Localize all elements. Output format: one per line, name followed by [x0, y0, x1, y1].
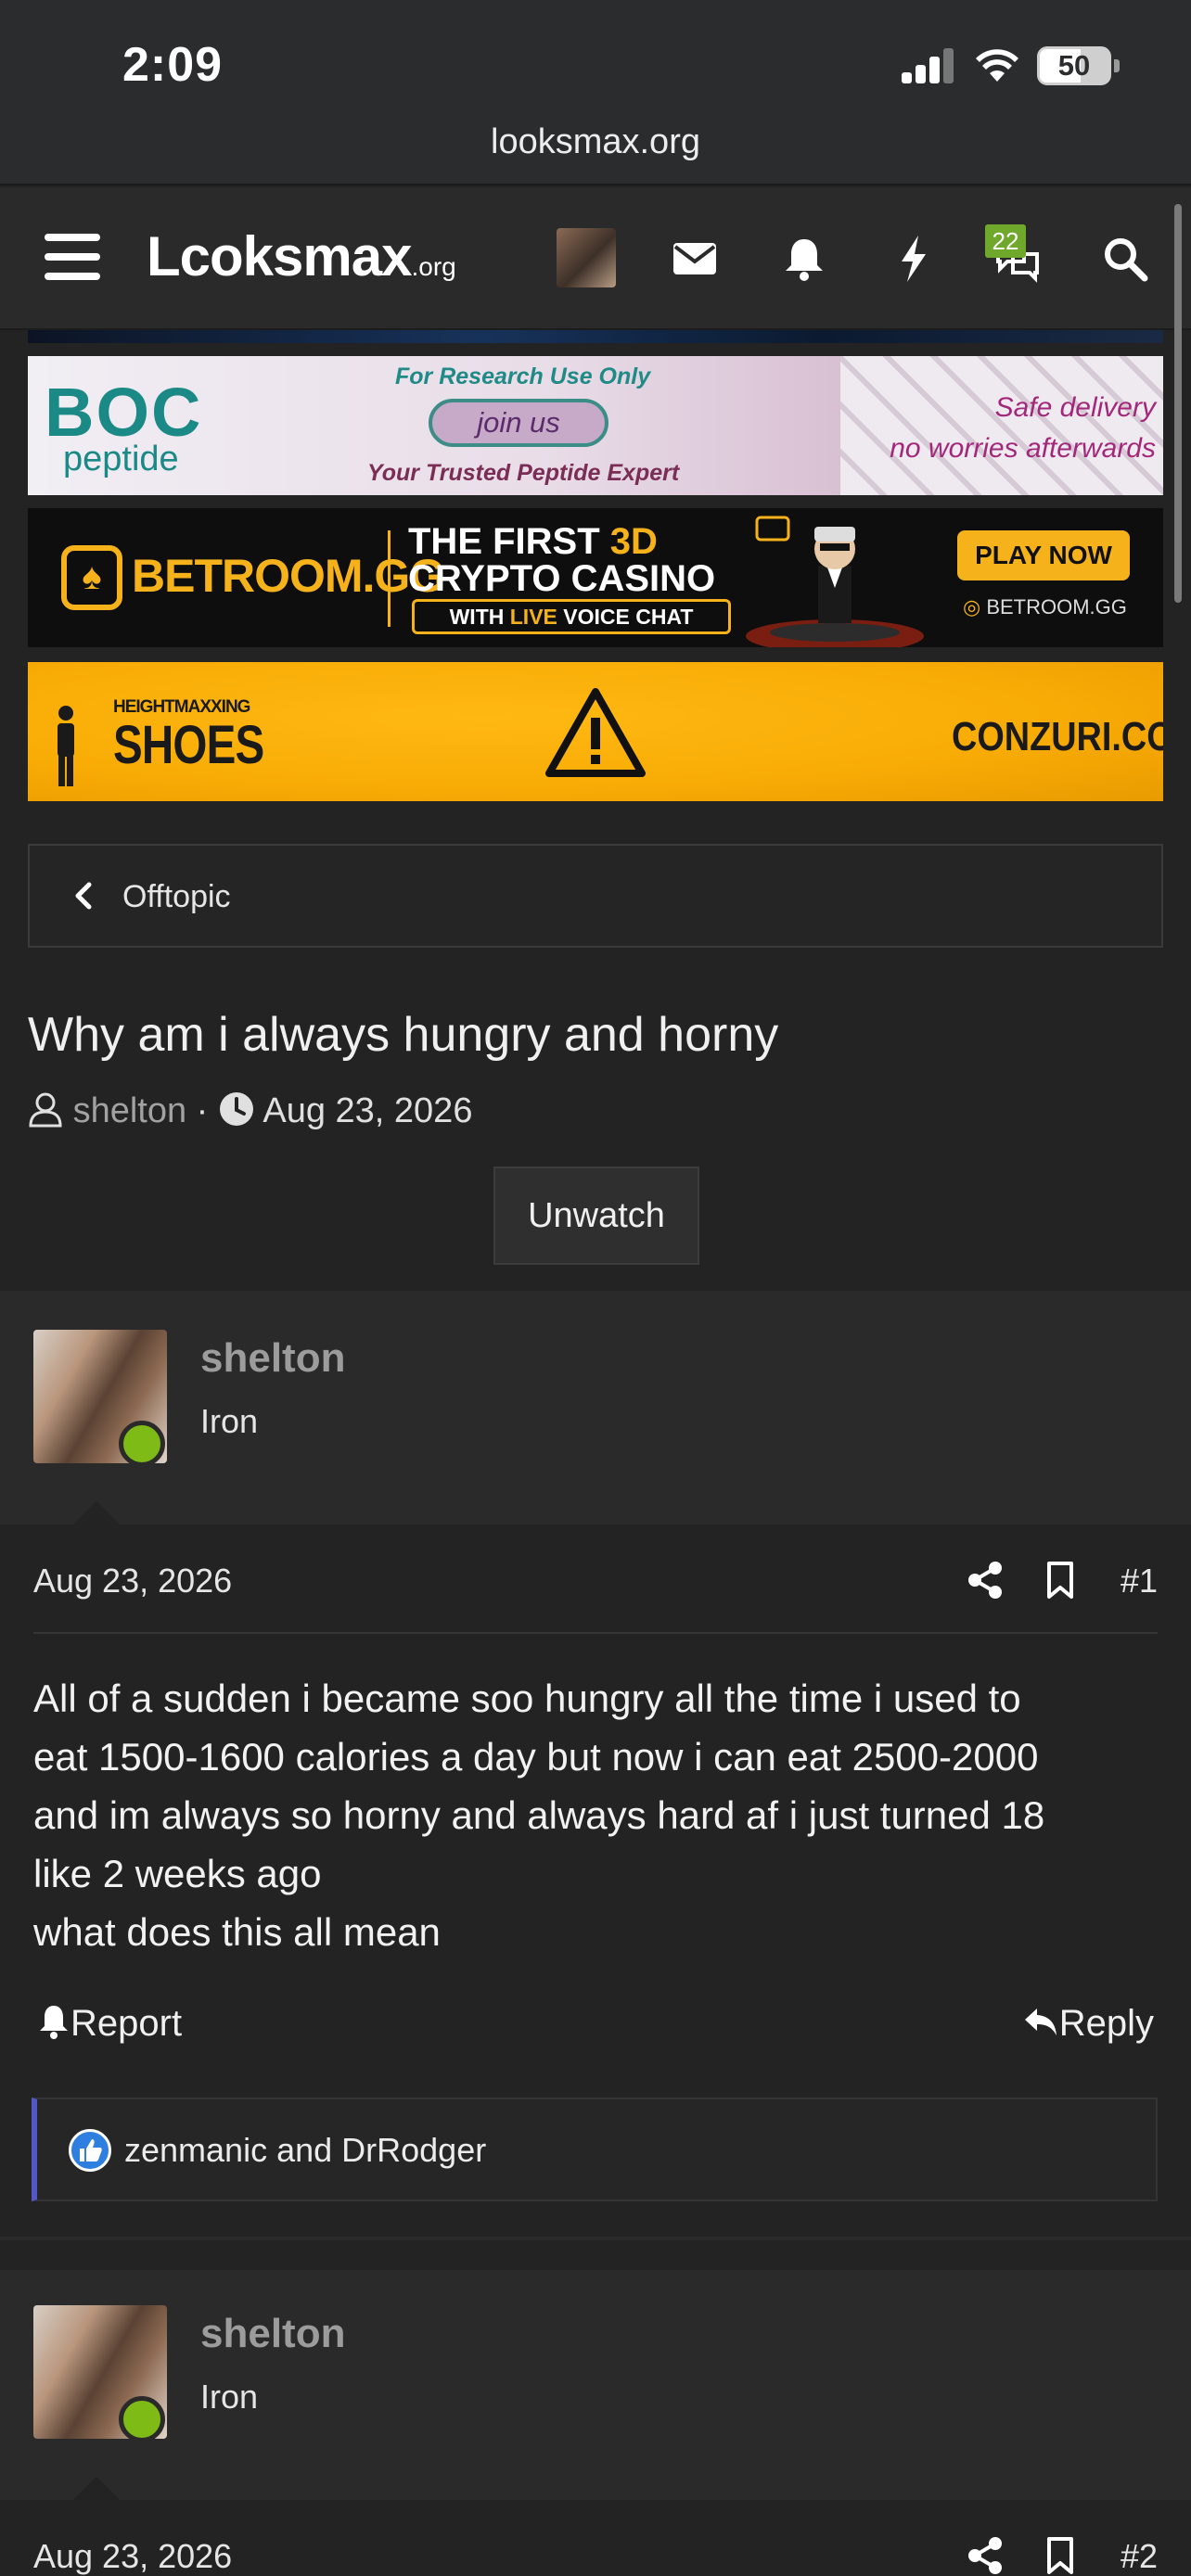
reply-button[interactable]: Reply	[1022, 2003, 1154, 2045]
search-icon[interactable]	[1100, 234, 1150, 284]
thread-author[interactable]: shelton	[73, 1091, 187, 1130]
reply-label: Reply	[1058, 2003, 1154, 2044]
cellular-signal-icon	[902, 48, 955, 83]
unwatch-button[interactable]: Unwatch	[493, 1167, 699, 1265]
dealer-illustration	[746, 516, 924, 647]
post-body-line: what does this all mean	[33, 1910, 441, 1954]
battery-level: 50	[1057, 49, 1091, 82]
post-number[interactable]: #1	[1121, 1562, 1158, 1600]
post-actions: Report Reply	[37, 2003, 1154, 2059]
logo-text: Lcoksmax	[147, 225, 412, 287]
user-icon	[29, 1092, 62, 1128]
post-username[interactable]: shelton	[200, 2311, 345, 2357]
post-user-panel: shelton Iron	[0, 1294, 1191, 1525]
post-body-line: All of a sudden i became soo hungry all …	[33, 1677, 1021, 1720]
menu-icon[interactable]	[45, 234, 100, 280]
boc-tagline: Your Trusted Peptide Expert	[367, 460, 680, 486]
betroom-headline-1: THE FIRST	[408, 521, 610, 562]
battery-icon: 50	[1037, 46, 1111, 85]
conversations-badge: 22	[985, 224, 1026, 258]
logo-suffix: .org	[411, 252, 456, 281]
boc-sub: peptide	[63, 440, 179, 478]
post-date[interactable]: Aug 23, 2026	[33, 2537, 232, 2576]
online-indicator	[119, 1421, 165, 1467]
user-rank: Iron	[200, 1402, 259, 1440]
post-header: Aug 23, 2026 #1	[33, 1523, 1158, 1634]
post-username[interactable]: shelton	[200, 1335, 345, 1382]
post-body: All of a sudden i became soo hungry all …	[33, 1669, 1158, 1961]
post-body-line: and im always so horny and always hard a…	[33, 1793, 1045, 1837]
conzuri-site: CONZURI.COM	[952, 714, 1163, 759]
boc-safe-delivery: Safe delivery no worries afterwards	[842, 388, 1163, 469]
betroom-headline-2: CRYPTO CASINO	[408, 558, 716, 599]
chevron-left-icon	[75, 882, 92, 910]
user-rank: Iron	[200, 2378, 259, 2416]
clock-icon	[219, 1092, 253, 1126]
betroom-headline-accent: 3D	[609, 521, 658, 562]
boc-research-text: For Research Use Only	[395, 363, 651, 389]
like-icon	[69, 2129, 111, 2172]
share-icon[interactable]	[967, 2535, 1004, 2576]
ad-banner-conzuri[interactable]: HEIGHTMAXXING SHOES CONZURI.COM	[28, 662, 1163, 801]
reactions-text[interactable]: zenmanic and DrRodger	[124, 2131, 486, 2170]
share-icon[interactable]	[967, 1560, 1004, 1600]
account-avatar[interactable]	[557, 228, 616, 287]
boc-safe-line1: Safe delivery	[994, 392, 1156, 423]
boc-safe-line2: no worries afterwards	[890, 433, 1156, 464]
online-indicator	[119, 2396, 165, 2442]
warning-icon	[545, 688, 646, 777]
reply-icon	[1024, 2009, 1057, 2035]
bookmark-icon[interactable]	[1044, 2535, 1076, 2576]
betroom-logo: BETROOM.GG	[132, 550, 445, 602]
spade-icon: ♠	[61, 545, 122, 610]
ad-banner-boc-peptide[interactable]: BOC peptide For Research Use Only join u…	[28, 356, 1163, 495]
betroom-live-pre: WITH	[449, 605, 510, 629]
site-navbar: Lcoksmax.org 22	[0, 187, 1191, 330]
betroom-live-accent: LIVE	[509, 605, 557, 629]
post-user-panel: shelton Iron	[0, 2270, 1191, 2501]
status-time: 2:09	[122, 38, 224, 92]
thread-title: Why am i always hungry and horny	[28, 1008, 779, 1062]
battery-cap	[1114, 59, 1120, 72]
browser-url[interactable]: looksmax.org	[0, 122, 1191, 162]
mail-icon[interactable]	[670, 234, 720, 284]
thumbs-up-icon	[80, 2139, 102, 2162]
lightning-icon[interactable]	[889, 234, 939, 284]
post-body-line: like 2 weeks ago	[33, 1852, 322, 1895]
thread-meta: shelton · Aug 23, 2026	[28, 1090, 472, 1137]
betroom-site: ◎ BETROOM.GG	[963, 595, 1127, 619]
conzuri-line2: SHOES	[113, 715, 264, 775]
breadcrumb-label[interactable]: Offtopic	[122, 879, 231, 915]
person-height-icon	[58, 706, 74, 786]
betroom-site-text: BETROOM.GG	[986, 595, 1127, 618]
page-scrollbar[interactable]	[1174, 204, 1182, 603]
betroom-live-chat: WITH LIVE VOICE CHAT	[412, 599, 731, 634]
thread-date[interactable]: Aug 23, 2026	[263, 1091, 472, 1130]
bell-icon[interactable]	[779, 234, 829, 284]
report-label: Report	[70, 2003, 183, 2044]
bookmark-icon[interactable]	[1044, 1560, 1076, 1600]
betroom-headline: THE FIRST 3D CRYPTO CASINO	[408, 523, 715, 597]
play-now-button[interactable]: PLAY NOW	[957, 530, 1130, 580]
ad-banner-betroom[interactable]: ♠ BETROOM.GG THE FIRST 3D CRYPTO CASINO …	[28, 508, 1163, 647]
wifi-icon	[976, 49, 1018, 82]
reactions-bar[interactable]: zenmanic and DrRodger	[32, 2098, 1158, 2201]
post-header: Aug 23, 2026 #2	[33, 2498, 1158, 2576]
betroom-live-post: VOICE CHAT	[557, 605, 694, 629]
breadcrumb[interactable]: Offtopic	[28, 844, 1163, 948]
divider	[0, 2237, 1191, 2240]
boc-join-button[interactable]: join us	[429, 399, 608, 447]
site-logo[interactable]: Lcoksmax.org	[147, 224, 456, 288]
report-button[interactable]: Report	[37, 2003, 182, 2045]
betroom-divider	[388, 530, 391, 627]
post-date[interactable]: Aug 23, 2026	[33, 1562, 232, 1600]
bell-icon	[40, 2006, 68, 2039]
globe-icon: ◎	[963, 595, 987, 618]
ad-banner-strip[interactable]	[28, 330, 1163, 343]
meta-separator: ·	[186, 1091, 218, 1130]
post-number[interactable]: #2	[1121, 2537, 1158, 2576]
post-body-line: eat 1500-1600 calories a day but now i c…	[33, 1735, 1039, 1779]
status-bar: 2:09 50 looksmax.org	[0, 0, 1191, 185]
